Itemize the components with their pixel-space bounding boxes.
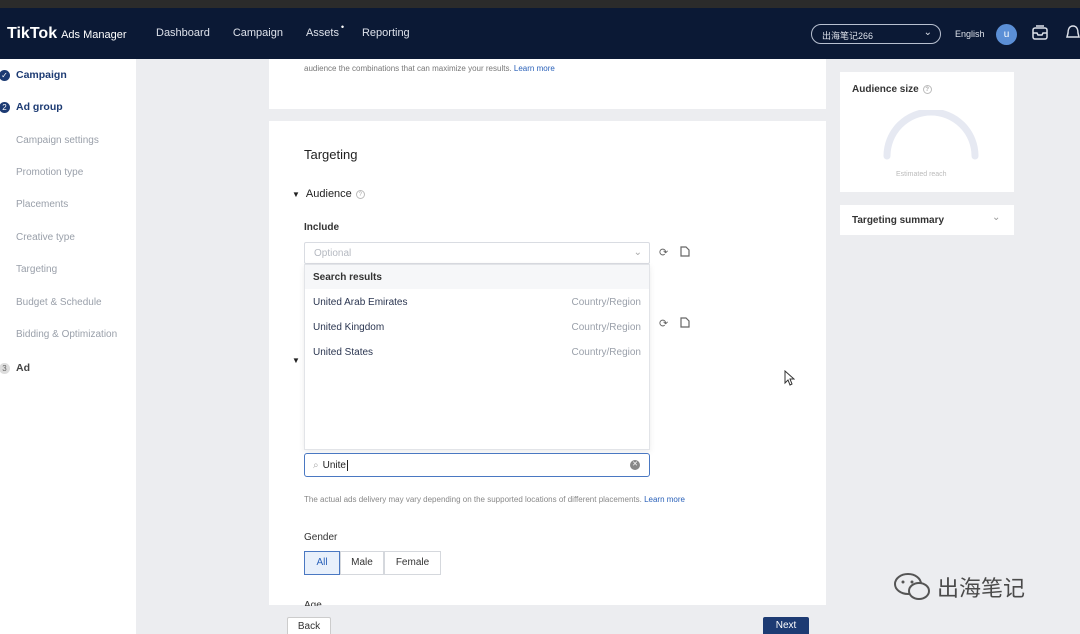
gender-option-male[interactable]: Male (340, 551, 384, 575)
delivery-note-text: The actual ads delivery may vary dependi… (304, 495, 642, 504)
step-ad[interactable]: 3 Ad (0, 358, 30, 378)
chevron-down-icon: ⌄ (923, 27, 932, 38)
result-option[interactable]: United Kingdom Country/Region (305, 314, 649, 339)
gender-option-female[interactable]: Female (384, 551, 441, 575)
step-ad-group[interactable]: 2 Ad group (0, 97, 63, 117)
result-option[interactable]: United Arab Emirates Country/Region (305, 289, 649, 314)
audience-section-toggle[interactable]: ▼ Audience ? (292, 188, 365, 200)
gender-option-all[interactable]: All (304, 551, 340, 575)
audience-section-label: Audience (305, 188, 352, 200)
audience-size-label: Audience size (852, 84, 919, 95)
refresh-icon[interactable]: ⟳ (659, 317, 668, 330)
account-selector[interactable]: 出海笔记266 ⌄ (811, 24, 941, 44)
brand-name: TikTok (7, 25, 58, 42)
file-icon[interactable] (680, 317, 690, 331)
estimated-reach-label: Estimated reach (896, 171, 947, 178)
step-ad-group-label: Ad group (16, 101, 63, 113)
result-option[interactable]: United States Country/Region (305, 339, 649, 364)
language-switcher[interactable]: English (955, 29, 985, 39)
sidebar-item-bidding-optimization[interactable]: Bidding & Optimization (16, 329, 117, 340)
inbox-icon[interactable] (1031, 24, 1049, 47)
nav-reporting[interactable]: Reporting (362, 27, 410, 39)
audience-size-title: Audience size ? (852, 84, 932, 95)
result-name: United Kingdom (313, 322, 385, 333)
result-type: Country/Region (571, 297, 641, 308)
location-search-input[interactable]: ⌕ Unite ✕ (304, 453, 650, 477)
result-name: United Arab Emirates (313, 297, 408, 308)
back-button[interactable]: Back (287, 617, 331, 634)
search-icon: ⌕ (313, 459, 319, 471)
sidebar-item-promotion-type[interactable]: Promotion type (16, 167, 83, 178)
result-type: Country/Region (571, 347, 641, 358)
product-name: Ads Manager (61, 29, 127, 41)
text-cursor (346, 459, 348, 471)
location-select[interactable]: Optional ⌄ (304, 242, 650, 264)
step-ad-label: Ad (16, 362, 30, 374)
learn-more-link[interactable]: Learn more (644, 495, 685, 504)
targeting-summary-title: Targeting summary (852, 215, 945, 226)
next-button[interactable]: Next (763, 617, 809, 634)
page-title: Targeting (304, 147, 358, 162)
help-icon[interactable]: ? (355, 189, 365, 199)
refresh-icon[interactable]: ⟳ (659, 246, 668, 259)
wechat-watermark: 出海笔记 (893, 571, 1025, 603)
optimization-description: audience the combinations that can maxim… (304, 64, 512, 73)
nav-assets[interactable]: Assets • (305, 22, 344, 39)
gender-label: Gender (304, 532, 338, 543)
avatar[interactable]: u (996, 24, 1017, 45)
file-icon[interactable] (680, 246, 690, 260)
caret-down-icon: ▼ (292, 189, 300, 199)
nav-dashboard[interactable]: Dashboard (156, 27, 210, 39)
main-nav: Dashboard Campaign Assets • Reporting (156, 22, 410, 39)
step-number: 2 (0, 101, 10, 113)
dropdown-header: Search results (305, 265, 649, 289)
result-name: United States (313, 347, 374, 358)
step-number: 3 (0, 362, 10, 374)
delivery-note: The actual ads delivery may vary dependi… (304, 495, 685, 504)
caret-down-icon: ▼ (292, 356, 300, 365)
nav-assets-dot: • (340, 22, 344, 32)
step-campaign[interactable]: ✓ Campaign (0, 65, 67, 85)
sidebar-item-creative-type[interactable]: Creative type (16, 232, 75, 243)
location-select-placeholder: Optional (314, 248, 352, 259)
learn-more-link[interactable]: Learn more (514, 64, 555, 73)
top-navigation-bar: TikTok Ads Manager Dashboard Campaign As… (0, 8, 1080, 59)
step-campaign-label: Campaign (16, 69, 67, 81)
optimization-text: audience the combinations that can maxim… (304, 64, 555, 73)
brand-logo[interactable]: TikTok Ads Manager (7, 25, 127, 43)
search-value: Unite (322, 459, 346, 471)
mouse-cursor-icon (784, 369, 796, 391)
account-name: 出海笔记266 (822, 31, 874, 41)
bell-icon[interactable] (1066, 24, 1080, 47)
result-type: Country/Region (571, 322, 641, 333)
sidebar-item-campaign-settings[interactable]: Campaign settings (16, 135, 99, 146)
sidebar-item-budget-schedule[interactable]: Budget & Schedule (16, 297, 102, 308)
sidebar-item-targeting[interactable]: Targeting (16, 264, 57, 275)
include-label: Include (304, 222, 340, 233)
sidebar-item-placements[interactable]: Placements (16, 199, 68, 210)
help-icon[interactable]: ? (922, 85, 932, 94)
clear-icon[interactable]: ✕ (630, 460, 640, 470)
step-sidebar: ✓ Campaign 2 Ad group Campaign settings … (0, 59, 136, 634)
chevron-down-icon[interactable]: ⌄ (992, 212, 1000, 223)
audience-gauge (881, 108, 981, 167)
watermark-text: 出海笔记 (937, 577, 1026, 602)
nav-campaign[interactable]: Campaign (233, 27, 283, 39)
chevron-down-icon: ⌄ (633, 247, 642, 258)
nav-assets-label: Assets (305, 27, 339, 39)
age-label: Age (304, 600, 322, 606)
check-icon: ✓ (0, 69, 10, 81)
window-top-strip (0, 0, 1080, 8)
search-results-dropdown: Search results United Arab Emirates Coun… (304, 264, 650, 450)
optimization-card: audience the combinations that can maxim… (269, 59, 826, 109)
wechat-icon (894, 573, 930, 600)
